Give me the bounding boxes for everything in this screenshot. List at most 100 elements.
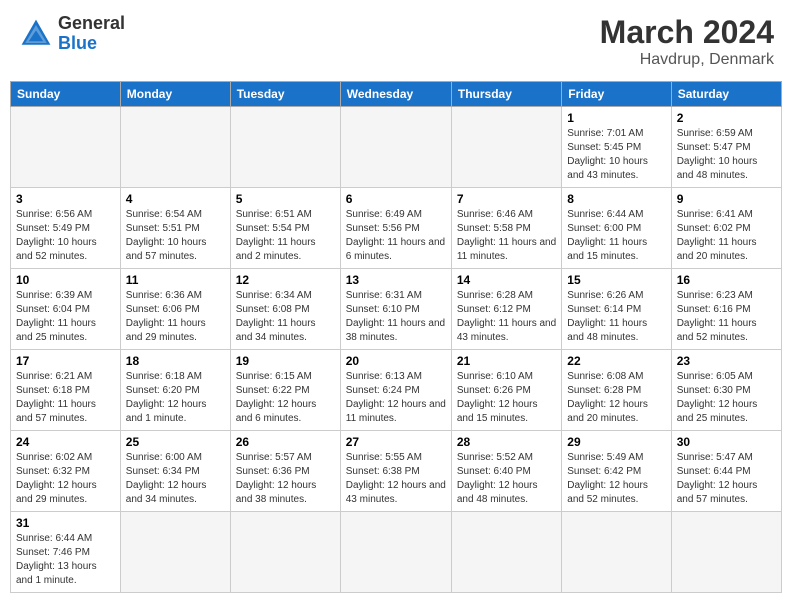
- day-info: Sunrise: 6:13 AM Sunset: 6:24 PM Dayligh…: [346, 370, 446, 426]
- day-number: 2: [677, 111, 776, 125]
- day-cell: 16Sunrise: 6:23 AM Sunset: 6:16 PM Dayli…: [671, 269, 781, 350]
- day-number: 16: [677, 273, 776, 287]
- day-info: Sunrise: 6:34 AM Sunset: 6:08 PM Dayligh…: [236, 289, 335, 345]
- day-number: 30: [677, 435, 776, 449]
- day-cell: 17 Sunrise: 6:21 AM Sunset: 6:18 PM Dayli…: [11, 350, 121, 431]
- day-info: Sunrise: 6:10 AM Sunset: 6:26 PM Dayligh…: [457, 370, 556, 426]
- day-info: Sunrise: 5:55 AM Sunset: 6:38 PM Dayligh…: [346, 451, 446, 507]
- day-cell: 10Sunrise: 6:39 AM Sunset: 6:04 PM Dayli…: [11, 269, 121, 350]
- column-header-saturday: Saturday: [671, 82, 781, 107]
- day-number: 20: [346, 354, 446, 368]
- day-cell: [340, 512, 451, 593]
- day-cell: 15 Sunrise: 6:26 AM Sunset: 6:14 PM Dayli…: [562, 269, 671, 350]
- day-cell: 25Sunrise: 6:00 AM Sunset: 6:34 PM Dayli…: [120, 431, 230, 512]
- day-number: 19: [236, 354, 335, 368]
- day-number: 12: [236, 273, 335, 287]
- day-cell: 11 Sunrise: 6:36 AM Sunset: 6:06 PM Dayli…: [120, 269, 230, 350]
- day-cell: 18 Sunrise: 6:18 AM Sunset: 6:20 PM Dayli…: [120, 350, 230, 431]
- day-number: 29: [567, 435, 665, 449]
- day-cell: 7Sunrise: 6:46 AM Sunset: 5:58 PM Daylig…: [451, 188, 561, 269]
- day-info: Sunrise: 6:56 AM Sunset: 5:49 PM Dayligh…: [16, 208, 115, 264]
- day-info: Sunrise: 6:26 AM Sunset: 6:14 PM Dayligh…: [567, 289, 665, 345]
- day-number: 22: [567, 354, 665, 368]
- day-cell: [562, 512, 671, 593]
- day-info: Sunrise: 6:51 AM Sunset: 5:54 PM Dayligh…: [236, 208, 335, 264]
- page-header: GeneralBlue March 2024 Havdrup, Denmark: [10, 10, 782, 73]
- day-info: Sunrise: 6:21 AM Sunset: 6:18 PM Dayligh…: [16, 370, 115, 426]
- day-number: 27: [346, 435, 446, 449]
- logo-icon: [18, 16, 54, 52]
- day-info: Sunrise: 6:59 AM Sunset: 5:47 PM Dayligh…: [677, 127, 776, 183]
- day-number: 8: [567, 192, 665, 206]
- column-header-tuesday: Tuesday: [230, 82, 340, 107]
- day-cell: 22Sunrise: 6:08 AM Sunset: 6:28 PM Dayli…: [562, 350, 671, 431]
- day-number: 26: [236, 435, 335, 449]
- column-header-sunday: Sunday: [11, 82, 121, 107]
- day-cell: [120, 107, 230, 188]
- day-cell: 23 Sunrise: 6:05 AM Sunset: 6:30 PM Dayli…: [671, 350, 781, 431]
- day-info: Sunrise: 6:18 AM Sunset: 6:20 PM Dayligh…: [126, 370, 225, 426]
- day-number: 10: [16, 273, 115, 287]
- title-block: March 2024 Havdrup, Denmark: [600, 14, 774, 69]
- day-info: Sunrise: 7:01 AM Sunset: 5:45 PM Dayligh…: [567, 127, 665, 183]
- week-row-5: 24 Sunrise: 6:02 AM Sunset: 6:32 PM Dayli…: [11, 431, 782, 512]
- day-info: Sunrise: 6:28 AM Sunset: 6:12 PM Dayligh…: [457, 289, 556, 345]
- day-cell: 29Sunrise: 5:49 AM Sunset: 6:42 PM Dayli…: [562, 431, 671, 512]
- day-number: 14: [457, 273, 556, 287]
- day-info: Sunrise: 6:36 AM Sunset: 6:06 PM Dayligh…: [126, 289, 225, 345]
- week-row-1: 1 Sunrise: 7:01 AM Sunset: 5:45 PM Daylig…: [11, 107, 782, 188]
- day-cell: 27 Sunrise: 5:55 AM Sunset: 6:38 PM Dayli…: [340, 431, 451, 512]
- sub-title: Havdrup, Denmark: [600, 51, 774, 69]
- day-number: 15: [567, 273, 665, 287]
- week-row-6: 31 Sunrise: 6:44 AM Sunset: 7:46 PM Dayli…: [11, 512, 782, 593]
- day-cell: 30 Sunrise: 5:47 AM Sunset: 6:44 PM Dayli…: [671, 431, 781, 512]
- day-number: 17: [16, 354, 115, 368]
- day-cell: 19Sunrise: 6:15 AM Sunset: 6:22 PM Dayli…: [230, 350, 340, 431]
- calendar-table: SundayMondayTuesdayWednesdayThursdayFrid…: [10, 81, 782, 593]
- day-number: 1: [567, 111, 665, 125]
- day-cell: [451, 107, 561, 188]
- week-row-3: 10Sunrise: 6:39 AM Sunset: 6:04 PM Dayli…: [11, 269, 782, 350]
- day-info: Sunrise: 6:31 AM Sunset: 6:10 PM Dayligh…: [346, 289, 446, 345]
- day-info: Sunrise: 6:54 AM Sunset: 5:51 PM Dayligh…: [126, 208, 225, 264]
- day-cell: 20 Sunrise: 6:13 AM Sunset: 6:24 PM Dayli…: [340, 350, 451, 431]
- day-number: 4: [126, 192, 225, 206]
- day-cell: [11, 107, 121, 188]
- day-cell: 13Sunrise: 6:31 AM Sunset: 6:10 PM Dayli…: [340, 269, 451, 350]
- day-info: Sunrise: 5:57 AM Sunset: 6:36 PM Dayligh…: [236, 451, 335, 507]
- day-number: 9: [677, 192, 776, 206]
- day-number: 23: [677, 354, 776, 368]
- week-row-4: 17 Sunrise: 6:21 AM Sunset: 6:18 PM Dayli…: [11, 350, 782, 431]
- main-title: March 2024: [600, 14, 774, 51]
- day-cell: 9Sunrise: 6:41 AM Sunset: 6:02 PM Daylig…: [671, 188, 781, 269]
- day-number: 6: [346, 192, 446, 206]
- day-number: 5: [236, 192, 335, 206]
- column-header-friday: Friday: [562, 82, 671, 107]
- day-number: 21: [457, 354, 556, 368]
- day-cell: [340, 107, 451, 188]
- day-number: 3: [16, 192, 115, 206]
- day-info: Sunrise: 6:44 AM Sunset: 7:46 PM Dayligh…: [16, 532, 115, 588]
- day-cell: 4 Sunrise: 6:54 AM Sunset: 5:51 PM Daylig…: [120, 188, 230, 269]
- day-number: 28: [457, 435, 556, 449]
- day-info: Sunrise: 5:47 AM Sunset: 6:44 PM Dayligh…: [677, 451, 776, 507]
- day-cell: 6Sunrise: 6:49 AM Sunset: 5:56 PM Daylig…: [340, 188, 451, 269]
- day-number: 24: [16, 435, 115, 449]
- column-headers-row: SundayMondayTuesdayWednesdayThursdayFrid…: [11, 82, 782, 107]
- day-number: 25: [126, 435, 225, 449]
- day-cell: 31 Sunrise: 6:44 AM Sunset: 7:46 PM Dayli…: [11, 512, 121, 593]
- day-cell: [451, 512, 561, 593]
- day-info: Sunrise: 6:05 AM Sunset: 6:30 PM Dayligh…: [677, 370, 776, 426]
- column-header-wednesday: Wednesday: [340, 82, 451, 107]
- column-header-monday: Monday: [120, 82, 230, 107]
- day-cell: [230, 107, 340, 188]
- day-cell: 21 Sunrise: 6:10 AM Sunset: 6:26 PM Dayli…: [451, 350, 561, 431]
- day-cell: 1 Sunrise: 7:01 AM Sunset: 5:45 PM Daylig…: [562, 107, 671, 188]
- day-number: 11: [126, 273, 225, 287]
- day-number: 18: [126, 354, 225, 368]
- day-info: Sunrise: 6:46 AM Sunset: 5:58 PM Dayligh…: [457, 208, 556, 264]
- day-number: 31: [16, 516, 115, 530]
- day-cell: [120, 512, 230, 593]
- day-info: Sunrise: 6:02 AM Sunset: 6:32 PM Dayligh…: [16, 451, 115, 507]
- day-cell: 14 Sunrise: 6:28 AM Sunset: 6:12 PM Dayli…: [451, 269, 561, 350]
